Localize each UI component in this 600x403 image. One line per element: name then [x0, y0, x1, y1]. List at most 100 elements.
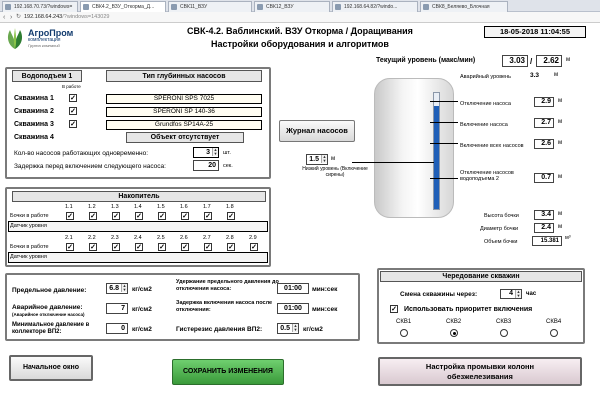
- rotation-well-radio[interactable]: [550, 329, 558, 337]
- row1-work-checkbox[interactable]: ✓: [158, 212, 166, 220]
- delay-input[interactable]: 20: [193, 160, 219, 171]
- address-bar: ‹ › ↻ 192.168.64.243/?windows=143029: [0, 12, 600, 23]
- tank-body: [374, 78, 454, 218]
- limit-pressure-stepper[interactable]: 6.8 ▲ ▼: [106, 283, 128, 294]
- alarm-pressure-input[interactable]: 7: [106, 303, 128, 314]
- hyst-stepper[interactable]: 0.5 ▲ ▼: [277, 323, 299, 334]
- row1-work-checkbox[interactable]: ✓: [181, 212, 189, 220]
- row2-work-checkbox[interactable]: ✓: [250, 243, 258, 251]
- hold-input[interactable]: 01:00: [277, 283, 309, 294]
- row2-work-checkbox[interactable]: ✓: [158, 243, 166, 251]
- max-level-value: 2.62: [536, 55, 562, 67]
- row1-work-checkbox[interactable]: ✓: [66, 212, 74, 220]
- row2-col-label: 2.2: [88, 235, 96, 241]
- row2-work-checkbox[interactable]: ✓: [181, 243, 189, 251]
- pumps-off2-input[interactable]: 0.7: [534, 173, 554, 183]
- tank-height-unit: м: [558, 211, 563, 217]
- row1-col-label: 1.8: [226, 204, 234, 210]
- row1-work-checkbox[interactable]: ✓: [89, 212, 97, 220]
- row1-work-checkbox[interactable]: ✓: [135, 212, 143, 220]
- rotation-well-radio[interactable]: [500, 329, 508, 337]
- spin-arrows-icon[interactable]: ▲ ▼: [515, 290, 521, 298]
- row2-sensor-strip: [8, 252, 268, 263]
- low-level-marker: [352, 162, 434, 163]
- tank-height-label: Высота бочки: [484, 213, 519, 219]
- wash-settings-button[interactable]: Настройка промывки колонн обезжелезивани…: [378, 357, 582, 386]
- hyst-unit: кг/см2: [303, 326, 323, 333]
- browser-tab[interactable]: 192.168.64.82/?windo...: [332, 1, 418, 12]
- row2-work-checkbox[interactable]: ✓: [204, 243, 212, 251]
- pumps-count-label: Кол-во насосов работающих одновременно:: [14, 150, 149, 157]
- alarm-pressure-sub: (Аварийное отключение насоса): [12, 312, 85, 317]
- alarm-level-value: 3.3: [530, 72, 540, 79]
- tank-volume-label: Объем бочки: [484, 239, 518, 245]
- pump-off-input[interactable]: 2.9: [534, 97, 554, 107]
- priority-checkbox[interactable]: ✓: [390, 305, 398, 313]
- row2-col-label: 2.5: [157, 235, 165, 241]
- spin-arrows-icon[interactable]: ▲ ▼: [321, 155, 327, 163]
- well-1-checkbox[interactable]: ✓: [69, 94, 77, 102]
- limit-pressure-label: Предельное давление:: [12, 287, 87, 294]
- min-pressure-input[interactable]: 0: [106, 323, 128, 334]
- tank-gauge: [433, 92, 440, 210]
- well-2-checkbox[interactable]: ✓: [69, 107, 77, 115]
- spin-arrows-icon[interactable]: ▲ ▼: [121, 284, 127, 292]
- well-4-label: Скважина 4: [14, 134, 54, 141]
- pump-off-unit: м: [558, 98, 563, 104]
- row1-col-label: 1.3: [111, 204, 119, 210]
- url-field[interactable]: 192.168.64.243/?windows=143029: [24, 13, 584, 22]
- rotation-change-stepper[interactable]: 4 ▲ ▼: [500, 289, 522, 299]
- row1-work-checkbox[interactable]: ✓: [204, 212, 212, 220]
- browser-tab-bar: 192.168.70.73/?windows= СВК4.2_ВЗУ_Откор…: [0, 0, 600, 12]
- level-unit: м: [566, 57, 571, 63]
- save-button[interactable]: СОХРАНИТЬ ИЗМЕНЕНИЯ: [172, 359, 284, 385]
- well-3-label: Скважина 3: [14, 121, 54, 128]
- spin-arrows-icon[interactable]: ▲ ▼: [212, 148, 218, 156]
- row2-col-label: 2.6: [180, 235, 188, 241]
- alarm-level-label: Аварийный уровень: [460, 74, 512, 80]
- row2-col-label: 2.9: [249, 235, 257, 241]
- tank-diameter-label: Диаметр бочки: [480, 226, 519, 232]
- low-level-stepper[interactable]: 1.5 ▲ ▼: [306, 154, 328, 165]
- home-button[interactable]: Начальное окно: [9, 355, 93, 381]
- well-2-pump: SPERONI SP 140-36: [106, 107, 262, 117]
- browser-tab[interactable]: СВК11_ВЗУ: [168, 1, 252, 12]
- page-icon: [335, 4, 341, 10]
- pumps-count-stepper[interactable]: 3 ▲ ▼: [193, 147, 219, 158]
- pump-journal-button[interactable]: Журнал насосов: [279, 120, 355, 142]
- reload-icon[interactable]: ↻: [16, 13, 21, 22]
- tank-height-input[interactable]: 3.4: [534, 210, 554, 220]
- rotation-well-radio[interactable]: [450, 329, 458, 337]
- low-level-label: Низкий уровень (Включение сирены): [302, 166, 368, 178]
- rotation-well-label: СКВ4: [546, 319, 562, 325]
- page-icon: [423, 4, 429, 10]
- row1-sensor-strip: [8, 221, 268, 232]
- rotation-well-radio[interactable]: [400, 329, 408, 337]
- row2-work-checkbox[interactable]: ✓: [135, 243, 143, 251]
- row2-work-checkbox[interactable]: ✓: [66, 243, 74, 251]
- row1-work-checkbox[interactable]: ✓: [112, 212, 120, 220]
- well-3-checkbox[interactable]: ✓: [69, 120, 77, 128]
- row2-work-checkbox[interactable]: ✓: [112, 243, 120, 251]
- browser-tab[interactable]: СВК12_ВЗУ: [254, 1, 330, 12]
- pump-on-input[interactable]: 2.7: [534, 118, 554, 128]
- browser-tab[interactable]: 192.168.70.73/?windows=: [2, 1, 78, 12]
- water-lift-title: Водоподъем 1: [12, 70, 82, 82]
- rotation-well-label: СКВ1: [396, 319, 412, 325]
- pump-on-unit: м: [558, 119, 563, 125]
- tank-diameter-input[interactable]: 2.4: [534, 223, 554, 233]
- row1-work-checkbox[interactable]: ✓: [227, 212, 235, 220]
- row1-work-label: Бочки в работе: [10, 213, 49, 219]
- all-pumps-on-input[interactable]: 2.6: [534, 139, 554, 149]
- page-icon: [171, 4, 177, 10]
- forward-icon[interactable]: ›: [10, 13, 12, 22]
- page-subtitle: Настройки оборудования и алгоритмов: [211, 39, 389, 49]
- delay-unit: сек.: [223, 163, 233, 169]
- browser-tab-active[interactable]: СВК4.2_ВЗУ_Откорма_Д...: [80, 1, 166, 12]
- back-icon[interactable]: ‹: [3, 13, 5, 22]
- row2-work-checkbox[interactable]: ✓: [89, 243, 97, 251]
- browser-tab[interactable]: СВК8_Беляево_Блочная: [420, 1, 508, 12]
- delay-on-input[interactable]: 01:00: [277, 303, 309, 314]
- row2-work-checkbox[interactable]: ✓: [227, 243, 235, 251]
- spin-arrows-icon[interactable]: ▲ ▼: [292, 324, 298, 332]
